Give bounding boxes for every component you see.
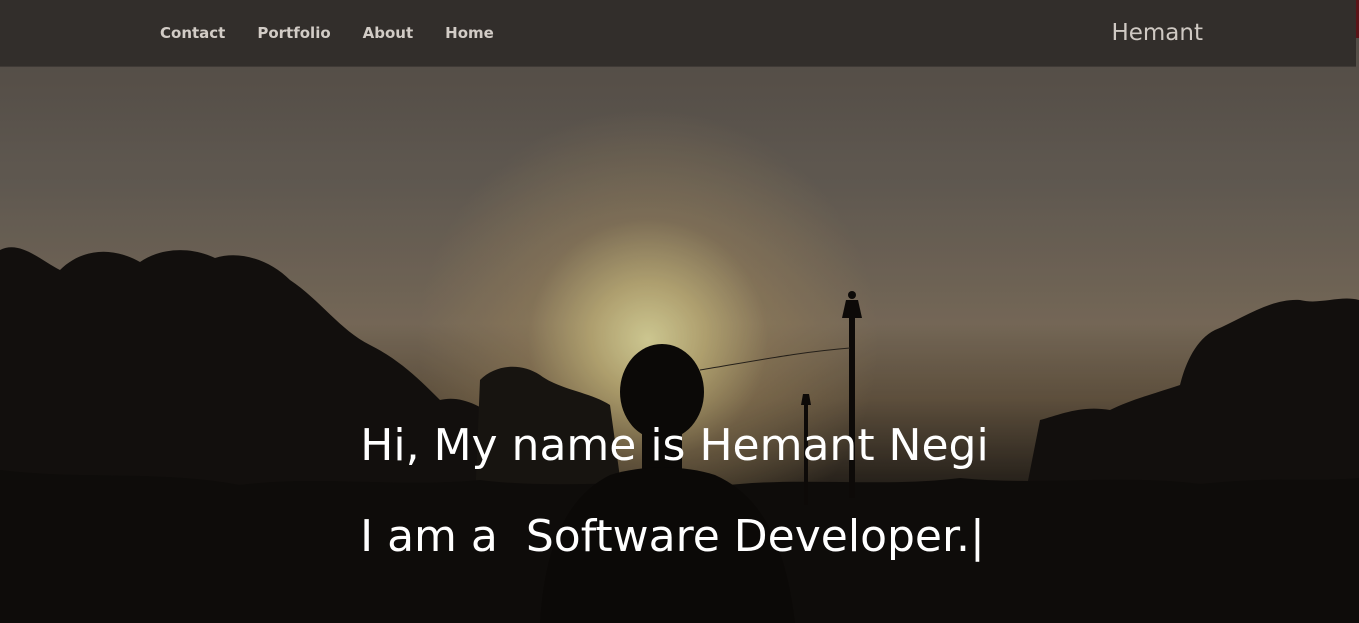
nav-link-home[interactable]: Home xyxy=(445,24,494,42)
nav-link-contact[interactable]: Contact xyxy=(160,24,225,42)
typing-cursor: | xyxy=(970,511,985,562)
top-navbar: Contact Portfolio About Home Hemant xyxy=(0,0,1356,66)
nav-links: Contact Portfolio About Home xyxy=(160,0,526,66)
hero-greeting: Hi, My name is Hemant Negi xyxy=(360,420,989,471)
typed-role: Software Developer. xyxy=(525,511,971,562)
role-prefix: I am a xyxy=(360,511,512,562)
nav-link-about[interactable]: About xyxy=(363,24,414,42)
portfolio-page: Hi, My name is Hemant Negi I am a Softwa… xyxy=(0,0,1359,623)
hero-role-line: I am a Software Developer.| xyxy=(0,505,1345,569)
brand-name[interactable]: Hemant xyxy=(1111,0,1203,66)
nav-link-portfolio[interactable]: Portfolio xyxy=(257,24,330,42)
